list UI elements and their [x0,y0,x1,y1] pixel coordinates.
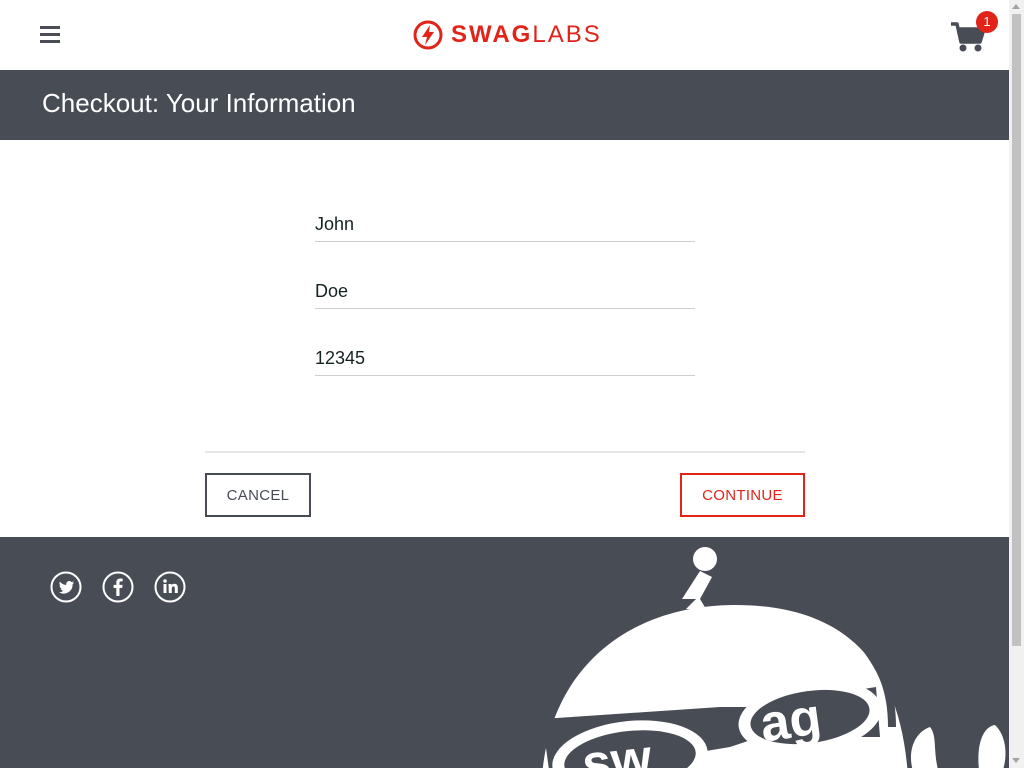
postal-code-field[interactable] [315,341,695,376]
footer: sw ag [0,537,1009,768]
swag-labs-logo: SWAGLABS [413,20,602,50]
last-name-field[interactable] [315,274,695,309]
scroll-up-arrow-icon[interactable] [1012,4,1020,9]
first-name-field[interactable] [315,207,695,242]
page-title: Checkout: Your Information [42,88,356,118]
hamburger-menu-icon[interactable] [38,26,62,48]
swag-bot-mascot: sw ag [542,547,1006,768]
cart-badge: 1 [976,11,998,33]
scroll-down-arrow-icon[interactable] [1012,758,1020,763]
linkedin-icon[interactable] [154,571,186,603]
logo-text: SWAGLABS [451,21,602,48]
facebook-icon[interactable] [102,571,134,603]
cancel-button[interactable]: CANCEL [205,473,311,517]
vertical-scrollbar[interactable] [1009,0,1024,768]
svg-text:sw: sw [579,729,655,768]
lightning-bolt-icon [413,20,443,50]
app-header: SWAGLABS 1 [0,0,1009,70]
scrollbar-thumb[interactable] [1012,14,1021,646]
svg-text:ag: ag [757,688,825,754]
continue-button[interactable]: CONTINUE [680,473,805,517]
main-content: SWAGLABS 1 Checkout: Your Information CA… [0,0,1009,768]
checkout-page: SWAGLABS 1 Checkout: Your Information CA… [0,0,1024,768]
form-divider [205,451,805,453]
twitter-icon[interactable] [50,571,82,603]
